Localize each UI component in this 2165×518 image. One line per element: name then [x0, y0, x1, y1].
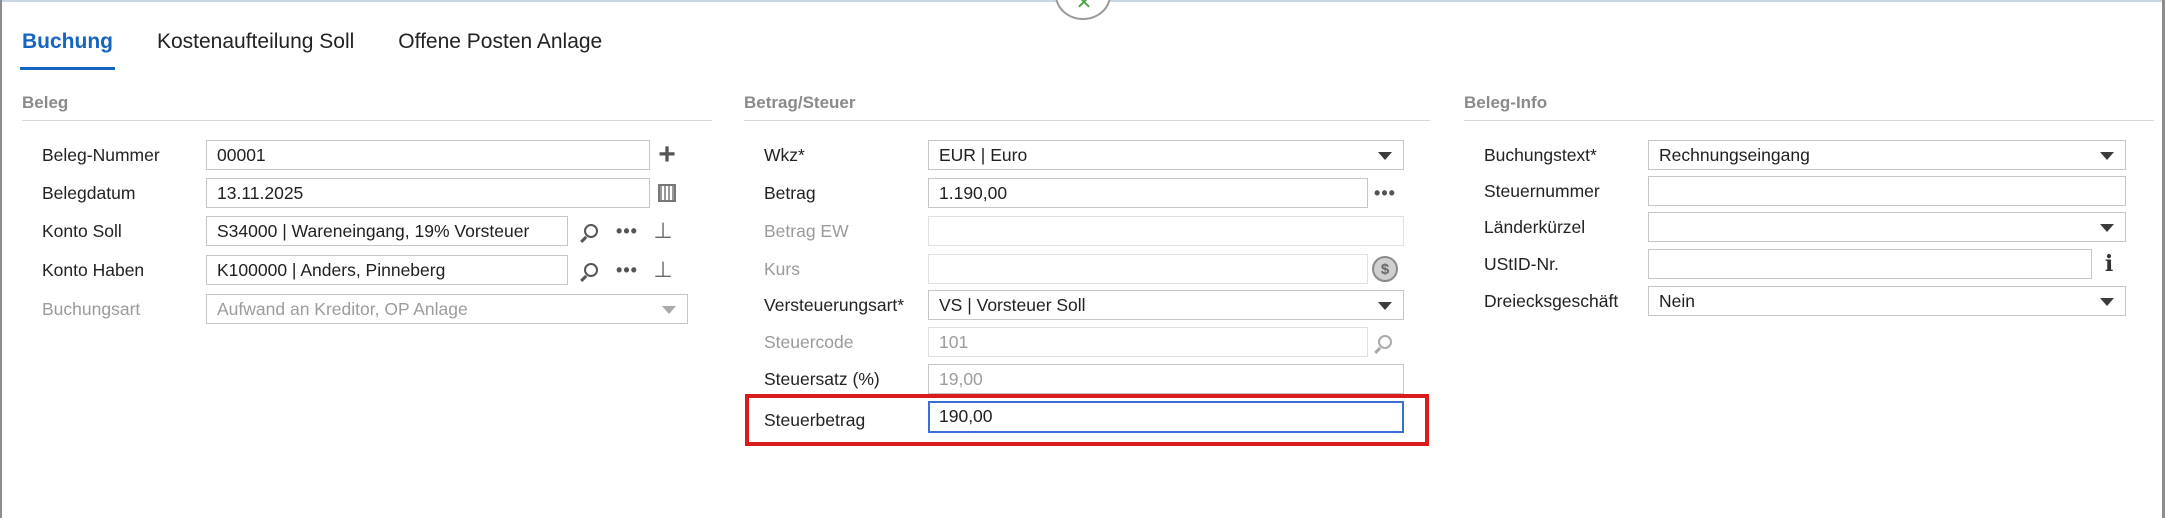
label-wkz: Wkz*: [764, 145, 805, 165]
label-belegdatum: Belegdatum: [42, 183, 136, 203]
calendar-icon: [658, 184, 676, 202]
label-laenderkuerzel: Länderkürzel: [1484, 217, 1586, 237]
section-beleg: Beleg: [22, 92, 712, 121]
info-icon: i: [2104, 251, 2114, 277]
tab-bar: Buchung Kostenaufteilung Soll Offene Pos…: [20, 22, 646, 70]
section-betrag-steuer: Betrag/Steuer: [744, 92, 1430, 121]
close-icon: ✕: [1075, 0, 1093, 14]
steuercode-search-button[interactable]: [1368, 327, 1402, 357]
label-ustid: UStID-Nr.: [1484, 254, 1559, 274]
konto-haben-pin-button[interactable]: ⊥: [646, 255, 680, 285]
search-icon: [584, 224, 598, 238]
tab-offene-posten-anlage[interactable]: Offene Posten Anlage: [398, 22, 602, 62]
chevron-down-icon: [1378, 152, 1392, 160]
label-dreiecksgeschaeft: Dreiecksgeschäft: [1484, 291, 1619, 311]
tab-kostenaufteilung-soll[interactable]: Kostenaufteilung Soll: [157, 22, 354, 62]
steuersatz-input[interactable]: 19,00: [928, 364, 1404, 394]
konto-haben-search-button[interactable]: [574, 255, 608, 285]
chevron-down-icon: [1378, 302, 1392, 310]
section-beleg-info: Beleg-Info: [1464, 92, 2154, 121]
add-beleg-button[interactable]: +: [650, 140, 684, 170]
konto-haben-more-button[interactable]: •••: [610, 255, 644, 285]
kurs-input[interactable]: [928, 254, 1368, 284]
laenderkuerzel-select[interactable]: [1648, 212, 2126, 242]
left-frame: [0, 0, 2, 518]
label-betrag-ew: Betrag EW: [764, 221, 849, 241]
steuerbetrag-input[interactable]: 190,00: [928, 401, 1404, 433]
versteuerungsart-select[interactable]: VS | Vorsteuer Soll: [928, 290, 1404, 320]
label-steuernummer: Steuernummer: [1484, 181, 1600, 201]
tab-buchung[interactable]: Buchung: [20, 22, 115, 70]
dreiecksgeschaeft-select[interactable]: Nein: [1648, 286, 2126, 316]
label-steuerbetrag: Steuerbetrag: [764, 410, 866, 430]
pin-icon: ⊥: [653, 218, 673, 243]
section-title-beleg-info: Beleg-Info: [1464, 92, 2154, 121]
steuercode-input[interactable]: 101: [928, 327, 1368, 357]
label-konto-soll: Konto Soll: [42, 221, 122, 241]
beleg-nummer-input[interactable]: 00001: [206, 140, 650, 170]
konto-haben-input[interactable]: K100000 | Anders, Pinneberg: [206, 255, 568, 285]
ustid-info-button[interactable]: i: [2092, 249, 2126, 279]
chevron-down-icon: [2100, 298, 2114, 306]
more-icon: •••: [616, 259, 638, 280]
calendar-button[interactable]: [650, 178, 684, 208]
betrag-more-button[interactable]: •••: [1368, 178, 1402, 208]
plus-icon: +: [658, 138, 676, 171]
pin-icon: ⊥: [653, 257, 673, 282]
konto-soll-search-button[interactable]: [574, 216, 608, 246]
konto-soll-input[interactable]: S34000 | Wareneingang, 19% Vorsteuer: [206, 216, 568, 246]
more-icon: •••: [1374, 182, 1396, 203]
label-beleg-nummer: Beleg-Nummer: [42, 145, 160, 165]
section-title-betrag-steuer: Betrag/Steuer: [744, 92, 1430, 121]
label-steuercode: Steuercode: [764, 332, 854, 352]
chevron-down-icon: [2100, 152, 2114, 160]
collapse-handle[interactable]: ✕: [1055, 0, 1111, 20]
label-kurs: Kurs: [764, 259, 800, 279]
betrag-ew-input[interactable]: [928, 216, 1404, 246]
belegdatum-input[interactable]: 13.11.2025: [206, 178, 650, 208]
label-buchungstext: Buchungstext*: [1484, 145, 1597, 165]
konto-soll-pin-button[interactable]: ⊥: [646, 216, 680, 246]
more-icon: •••: [616, 220, 638, 241]
search-icon: [584, 263, 598, 277]
section-title-beleg: Beleg: [22, 92, 712, 121]
search-icon: [1378, 335, 1392, 349]
buchungsart-select[interactable]: Aufwand an Kreditor, OP Anlage: [206, 294, 688, 324]
currency-convert-icon: $: [1372, 256, 1398, 282]
label-steuersatz: Steuersatz (%): [764, 369, 880, 389]
betrag-input[interactable]: 1.190,00: [928, 178, 1368, 208]
konto-soll-more-button[interactable]: •••: [610, 216, 644, 246]
wkz-select[interactable]: EUR | Euro: [928, 140, 1404, 170]
steuernummer-input[interactable]: [1648, 176, 2126, 206]
chevron-down-icon: [2100, 224, 2114, 232]
label-betrag: Betrag: [764, 183, 816, 203]
label-konto-haben: Konto Haben: [42, 260, 145, 280]
currency-convert-button[interactable]: $: [1368, 254, 1402, 284]
label-versteuerungsart: Versteuerungsart*: [764, 295, 905, 315]
chevron-down-icon: [662, 306, 676, 314]
ustid-input[interactable]: [1648, 249, 2092, 279]
buchungstext-select[interactable]: Rechnungseingang: [1648, 140, 2126, 170]
label-buchungsart: Buchungsart: [42, 299, 141, 319]
